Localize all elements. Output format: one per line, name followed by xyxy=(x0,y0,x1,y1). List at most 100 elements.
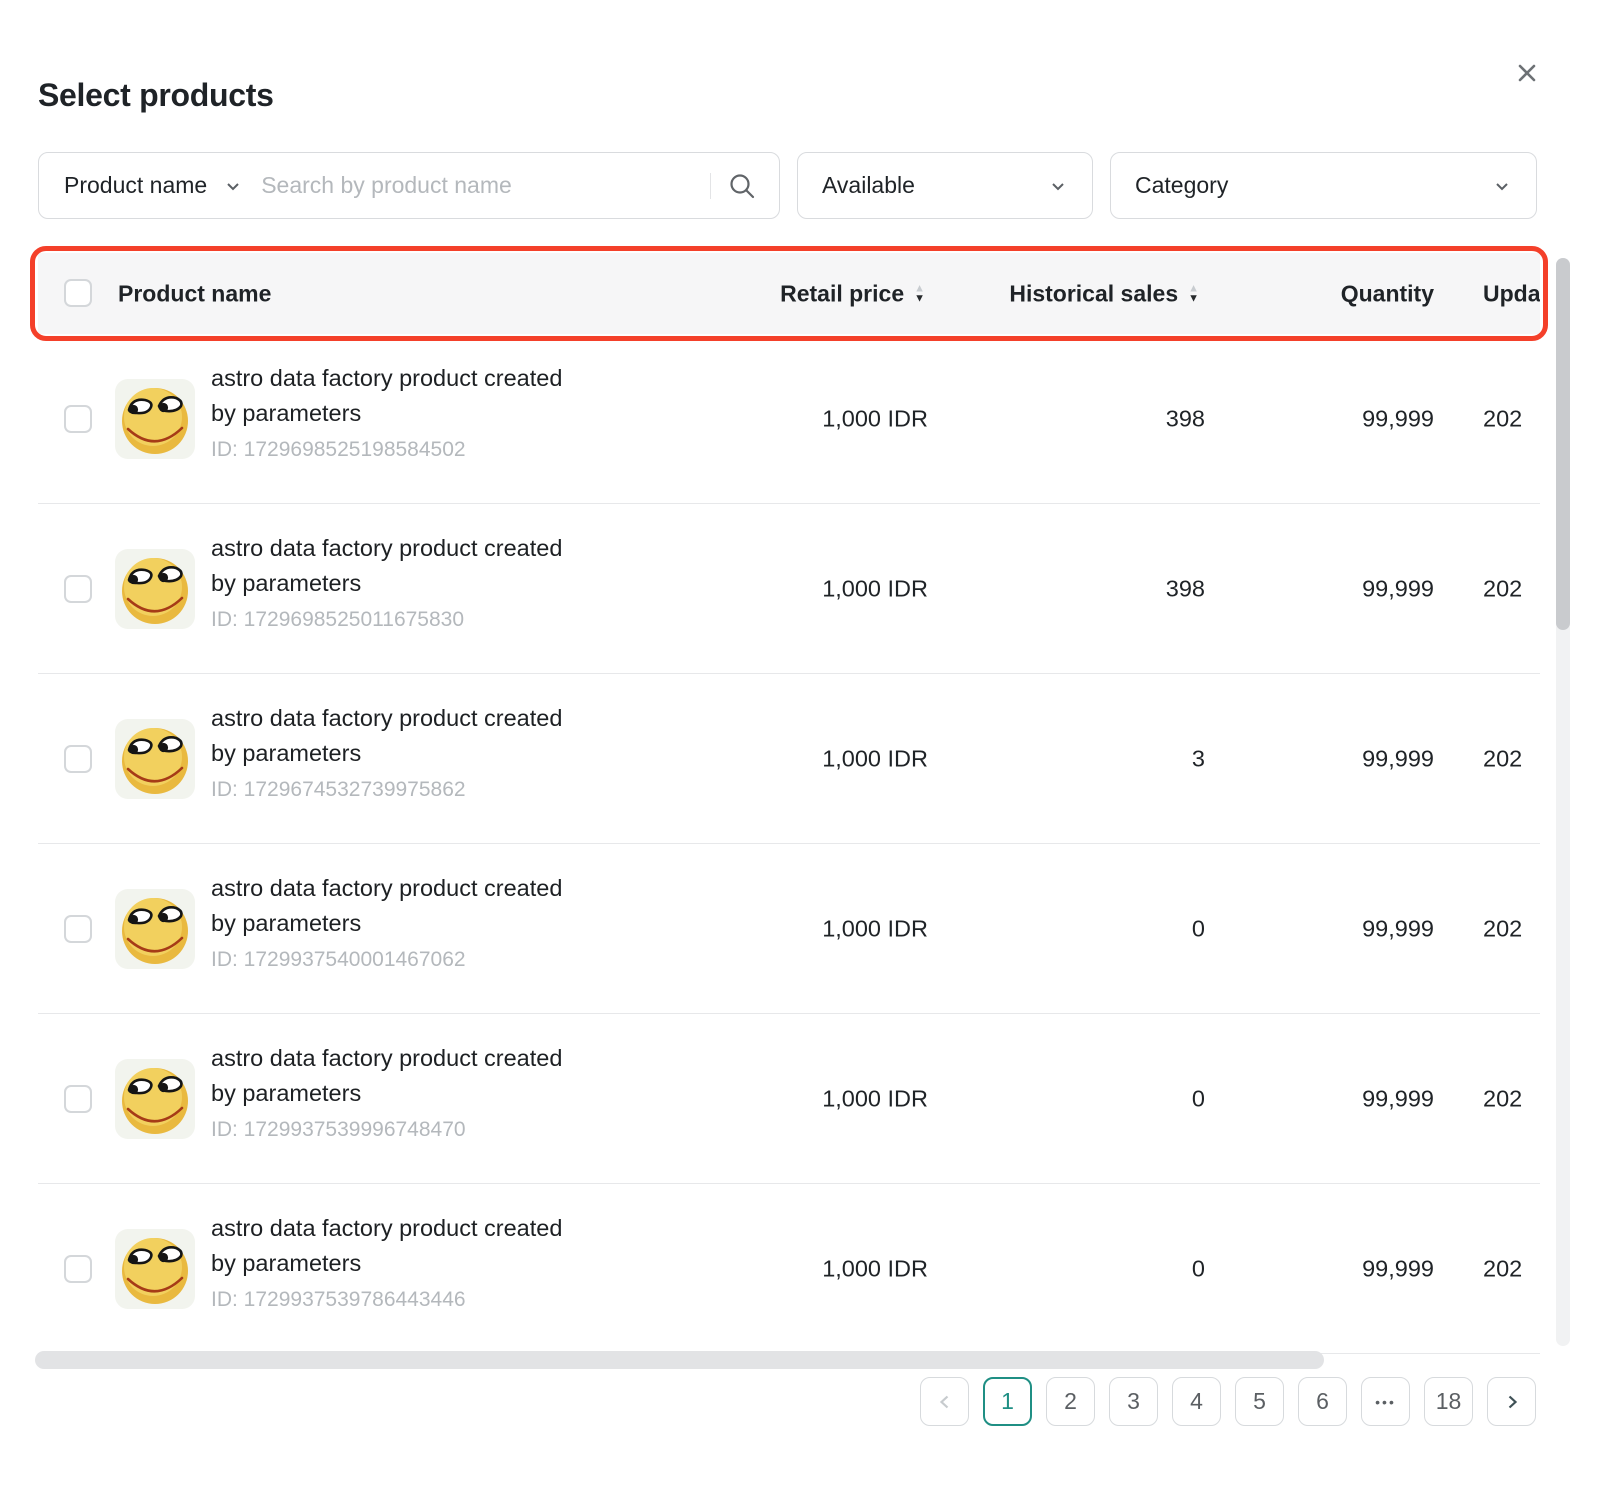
category-filter-dropdown[interactable]: Category xyxy=(1110,152,1537,219)
product-id: ID: 1729698525011675830 xyxy=(211,608,562,632)
sort-control: ▲▼ xyxy=(914,284,925,304)
vertical-scrollbar-thumb[interactable] xyxy=(1556,258,1570,630)
sort-asc-icon[interactable]: ▲ xyxy=(1188,284,1199,294)
table-row: astro data factory product created by pa… xyxy=(38,674,1540,844)
row-checkbox[interactable] xyxy=(64,575,92,603)
pagination-prev-button[interactable] xyxy=(920,1377,969,1426)
search-icon xyxy=(727,171,757,201)
product-name: astro data factory product created by pa… xyxy=(211,531,562,601)
retail-price-value: 1,000 IDR xyxy=(822,1085,928,1112)
updated-value: 202 xyxy=(1483,1255,1543,1282)
retail-price-value: 1,000 IDR xyxy=(822,915,928,942)
column-header-quantity: Quantity xyxy=(1341,280,1434,307)
table-row: astro data factory product created by pa… xyxy=(38,334,1540,504)
historical-sales-value: 3 xyxy=(1192,745,1205,772)
column-header-historical-sales[interactable]: Historical sales ▲▼ xyxy=(1009,280,1199,307)
product-id: ID: 1729937540001467062 xyxy=(211,948,562,972)
product-name: astro data factory product created by pa… xyxy=(211,1211,562,1281)
product-info: astro data factory product created by pa… xyxy=(211,1041,562,1142)
smiley-face-image xyxy=(115,1059,195,1139)
historical-sales-value: 0 xyxy=(1192,1255,1205,1282)
close-icon xyxy=(1512,58,1542,88)
pagination-page-button[interactable]: 1 xyxy=(983,1377,1032,1426)
updated-value: 202 xyxy=(1483,745,1543,772)
chevron-right-icon xyxy=(1503,1393,1521,1411)
table-row: astro data factory product created by pa… xyxy=(38,504,1540,674)
product-info: astro data factory product created by pa… xyxy=(211,701,562,802)
smiley-face-image xyxy=(115,1229,195,1309)
chevron-down-icon xyxy=(1492,176,1512,196)
close-button[interactable] xyxy=(1510,56,1544,90)
product-image xyxy=(115,1059,195,1139)
chevron-left-icon xyxy=(936,1393,954,1411)
pagination-page-button[interactable]: 5 xyxy=(1235,1377,1284,1426)
product-image xyxy=(115,889,195,969)
search-button[interactable] xyxy=(711,171,779,201)
search-type-label: Product name xyxy=(64,172,207,199)
product-id: ID: 1729698525198584502 xyxy=(211,438,562,462)
product-info: astro data factory product created by pa… xyxy=(211,361,562,462)
product-image xyxy=(115,1229,195,1309)
smiley-face-image xyxy=(115,889,195,969)
page-title: Select products xyxy=(38,77,274,114)
product-image xyxy=(115,379,195,459)
retail-price-value: 1,000 IDR xyxy=(822,575,928,602)
pagination-next-button[interactable] xyxy=(1487,1377,1536,1426)
search-type-dropdown[interactable]: Product name xyxy=(39,172,243,199)
column-header-retail-price[interactable]: Retail price ▲▼ xyxy=(780,280,925,307)
pagination-page-button[interactable]: 6 xyxy=(1298,1377,1347,1426)
table-row: astro data factory product created by pa… xyxy=(38,1184,1540,1354)
sort-desc-icon[interactable]: ▼ xyxy=(1188,294,1199,304)
product-name: astro data factory product created by pa… xyxy=(211,1041,562,1111)
select-all-checkbox[interactable] xyxy=(64,279,92,307)
smiley-face-image xyxy=(115,379,195,459)
products-table: Product name Retail price ▲▼ Historical … xyxy=(38,253,1540,1354)
available-filter-label: Available xyxy=(822,172,915,199)
pagination-page-button[interactable]: 4 xyxy=(1172,1377,1221,1426)
product-id: ID: 1729674532739975862 xyxy=(211,778,562,802)
quantity-value: 99,999 xyxy=(1362,405,1434,432)
pagination-page-button[interactable]: 2 xyxy=(1046,1377,1095,1426)
retail-price-value: 1,000 IDR xyxy=(822,405,928,432)
sort-desc-icon[interactable]: ▼ xyxy=(914,294,925,304)
table-row: astro data factory product created by pa… xyxy=(38,844,1540,1014)
historical-sales-value: 0 xyxy=(1192,915,1205,942)
horizontal-scrollbar-thumb[interactable] xyxy=(35,1351,1324,1369)
product-id: ID: 1729937539996748470 xyxy=(211,1118,562,1142)
updated-value: 202 xyxy=(1483,915,1543,942)
product-image xyxy=(115,549,195,629)
product-name: astro data factory product created by pa… xyxy=(211,871,562,941)
row-checkbox[interactable] xyxy=(64,405,92,433)
table-body: astro data factory product created by pa… xyxy=(38,334,1540,1354)
pagination-page-button[interactable]: 18 xyxy=(1424,1377,1473,1426)
available-filter-dropdown[interactable]: Available xyxy=(797,152,1093,219)
pagination: 1 2 3 4 5 6 ••• 18 xyxy=(920,1377,1536,1426)
smiley-face-image xyxy=(115,549,195,629)
row-checkbox[interactable] xyxy=(64,745,92,773)
product-id: ID: 1729937539786443446 xyxy=(211,1288,562,1312)
column-header-updated: Upda xyxy=(1483,280,1540,307)
search-input[interactable] xyxy=(243,172,710,199)
row-checkbox[interactable] xyxy=(64,915,92,943)
historical-sales-value: 0 xyxy=(1192,1085,1205,1112)
pagination-page-button[interactable]: ••• xyxy=(1361,1377,1410,1426)
chevron-down-icon xyxy=(223,176,243,196)
column-header-product-name: Product name xyxy=(118,280,271,307)
smiley-face-image xyxy=(115,719,195,799)
quantity-value: 99,999 xyxy=(1362,575,1434,602)
table-header-row: Product name Retail price ▲▼ Historical … xyxy=(38,253,1540,334)
quantity-value: 99,999 xyxy=(1362,1255,1434,1282)
row-checkbox[interactable] xyxy=(64,1255,92,1283)
retail-price-value: 1,000 IDR xyxy=(822,745,928,772)
pagination-page-button[interactable]: 3 xyxy=(1109,1377,1158,1426)
chevron-down-icon xyxy=(1048,176,1068,196)
search-group: Product name xyxy=(38,152,780,219)
quantity-value: 99,999 xyxy=(1362,1085,1434,1112)
quantity-value: 99,999 xyxy=(1362,915,1434,942)
updated-value: 202 xyxy=(1483,1085,1543,1112)
quantity-value: 99,999 xyxy=(1362,745,1434,772)
updated-value: 202 xyxy=(1483,575,1543,602)
row-checkbox[interactable] xyxy=(64,1085,92,1113)
product-info: astro data factory product created by pa… xyxy=(211,871,562,972)
sort-asc-icon[interactable]: ▲ xyxy=(914,284,925,294)
